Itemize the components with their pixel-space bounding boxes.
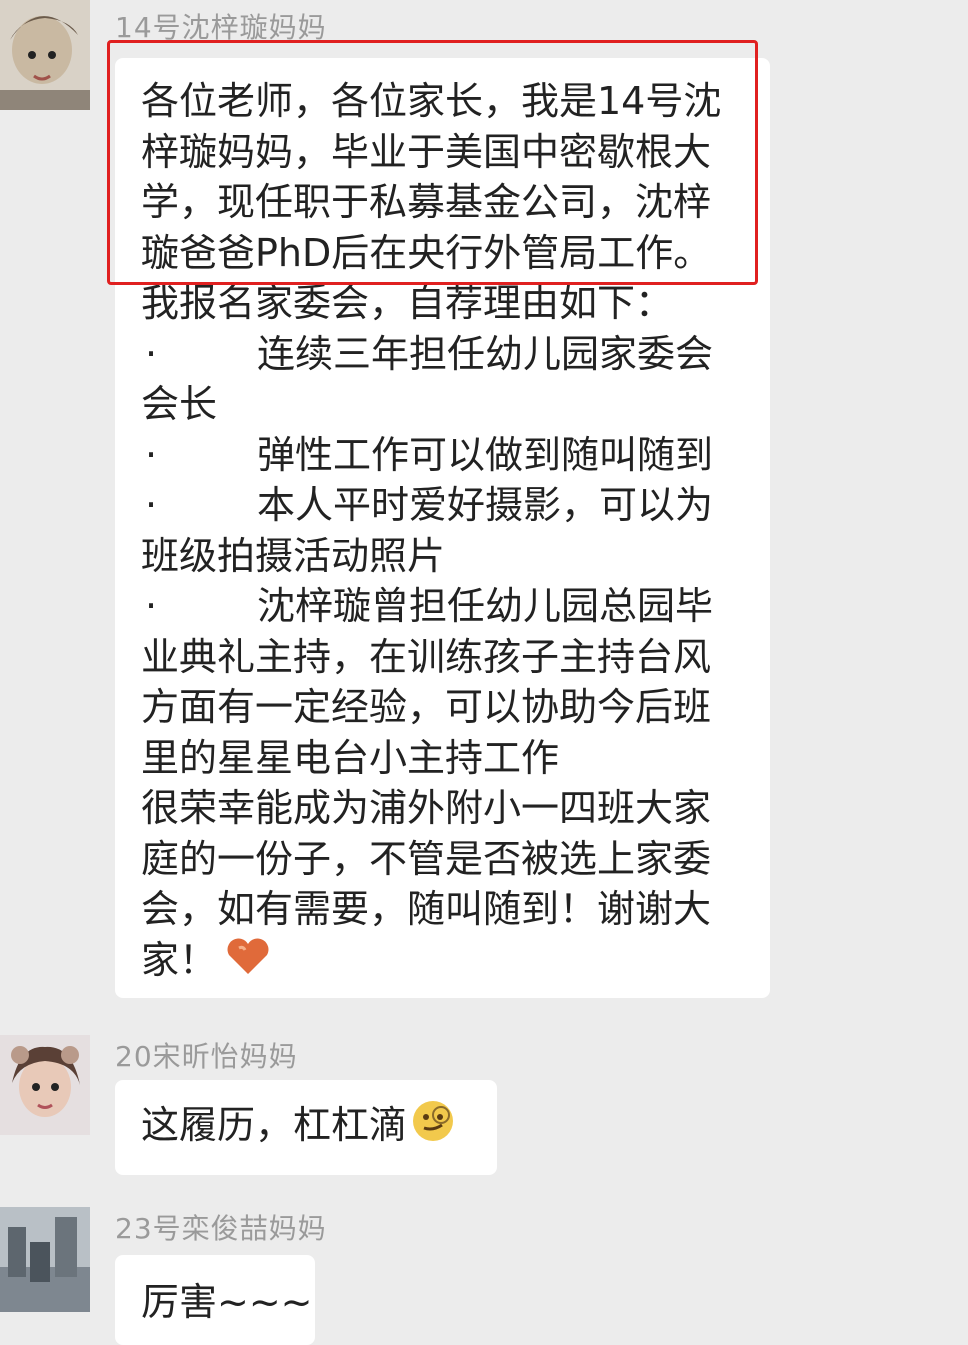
sender-name: 20宋昕怡妈妈 <box>115 1040 298 1073</box>
avatar[interactable] <box>0 1207 90 1312</box>
avatar[interactable] <box>0 1035 90 1135</box>
bullet-symbol: · <box>145 331 158 376</box>
smirk-emoji-icon <box>411 1099 455 1156</box>
message-line: 班级拍摄活动照片 <box>141 533 446 578</box>
bullet-symbol: · <box>145 483 158 527</box>
sender-name: 23号栾俊喆妈妈 <box>115 1212 327 1245</box>
message-line: 里的星星电台小主持工作 <box>141 735 560 780</box>
highlight-box <box>107 40 758 285</box>
bullet-item: · 本人平时爱好摄影，可以为 <box>141 480 770 531</box>
message-text: 这履历，杠杠滴 <box>141 1102 408 1147</box>
message-line: 方面有一定经验，可以协助今后班 <box>141 685 712 729</box>
heart-icon <box>225 936 271 989</box>
message-line: 会，如有需要，随叫随到！谢谢大 <box>141 887 712 931</box>
bullet-symbol: · <box>145 584 158 628</box>
bullet-text: 沈梓璇曾担任幼儿园总园毕 <box>257 584 714 628</box>
message-line: 很荣幸能成为浦外附小一四班大家 <box>141 786 712 830</box>
message-line: 庭的一份子，不管是否被选上家委 <box>141 836 712 881</box>
bullet-text: 连续三年担任幼儿园家委会 <box>257 331 714 376</box>
bullet-text: 本人平时爱好摄影，可以为 <box>257 483 714 527</box>
message-text: 厉害~~~ <box>141 1280 313 1324</box>
message-line: 我报名家委会，自荐理由如下： <box>141 281 674 325</box>
message-bubble[interactable]: 这履历，杠杠滴 <box>115 1080 497 1175</box>
bullet-item: · 弹性工作可以做到随叫随到 <box>141 430 770 481</box>
bullet-symbol: · <box>145 432 158 477</box>
avatar[interactable] <box>0 0 90 110</box>
bullet-item: · 连续三年担任幼儿园家委会 <box>141 329 770 380</box>
message-line: 这履历，杠杠滴 <box>141 1099 497 1156</box>
message-text: 家！ <box>141 937 218 982</box>
message-line: 会长 <box>141 382 218 426</box>
message-line: 业典礼主持，在训练孩子主持台风 <box>141 634 712 679</box>
bullet-text: 弹性工作可以做到随叫随到 <box>257 432 714 477</box>
message-line-last: 家！ <box>141 935 770 989</box>
bullet-item: · 沈梓璇曾担任幼儿园总园毕 <box>141 581 770 632</box>
